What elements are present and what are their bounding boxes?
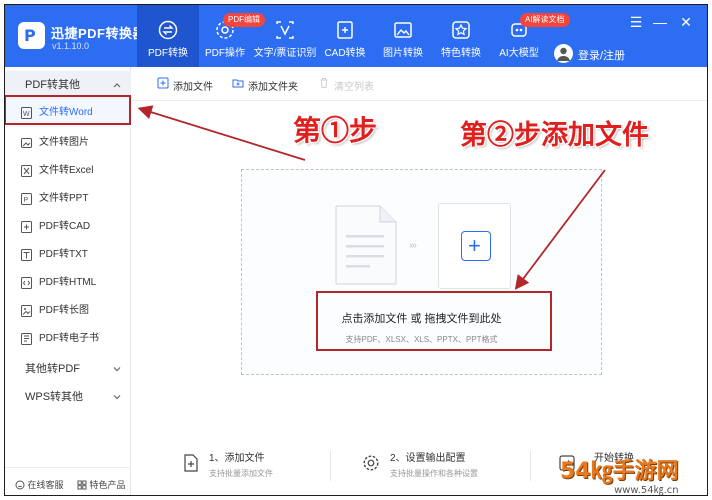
- annotation-arrows: [137, 105, 606, 290]
- arrow-to-dropzone: [514, 169, 606, 290]
- site-watermark: 54㎏手游网 www.54㎏.cn: [560, 453, 679, 495]
- annotation-step2: 第②步添加文件: [460, 120, 649, 151]
- app-window: P 迅捷PDF转换器 v1.1.10.0 PDF转换 PDF操作 PDF编辑 文…: [4, 4, 708, 496]
- arrow-to-word: [137, 105, 306, 161]
- annotation-step1: 第①步: [293, 114, 378, 147]
